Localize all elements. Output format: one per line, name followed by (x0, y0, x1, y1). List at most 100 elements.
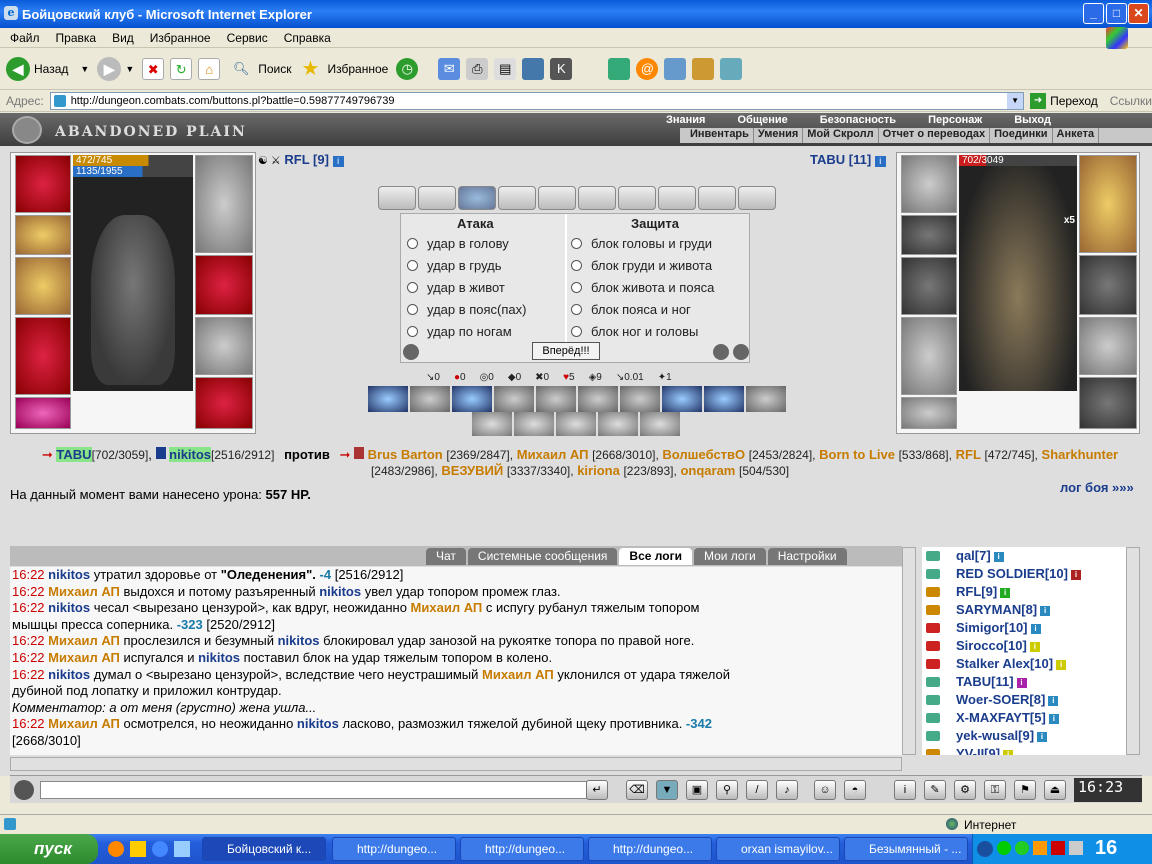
maximize-button[interactable]: □ (1106, 3, 1127, 24)
enemy-name[interactable]: TABU [11] (810, 152, 871, 167)
enemy-armor-slot[interactable] (901, 317, 957, 395)
attack-belly-radio[interactable]: удар в живот (407, 280, 505, 295)
log-hscrollbar[interactable] (10, 757, 902, 771)
k-icon[interactable]: K (550, 57, 573, 80)
close-button[interactable]: ✕ (1128, 3, 1149, 24)
user-row[interactable]: TABU[11] i (922, 673, 1127, 691)
task-button[interactable]: http://dungeo... (588, 837, 712, 861)
print-icon[interactable]: ⎙ (466, 57, 489, 80)
send-icon[interactable]: ↵ (586, 780, 608, 800)
enemy-legs-slot[interactable] (1079, 377, 1137, 429)
refresh-icon[interactable] (713, 344, 729, 360)
team2-member[interactable]: Born to Live (819, 447, 895, 462)
scroll-slot[interactable] (498, 186, 536, 210)
books-icon[interactable] (608, 57, 631, 80)
enemy-rings-slot[interactable] (1079, 155, 1137, 253)
user-row[interactable]: YV-II[9] i (922, 745, 1127, 755)
scroll-slot[interactable] (698, 186, 736, 210)
enemy-helmet-slot[interactable] (901, 155, 957, 213)
flag-icon[interactable]: ⚑ (1014, 780, 1036, 800)
stop-icon[interactable]: ✖ (142, 57, 165, 80)
team1-member[interactable]: TABU (56, 447, 92, 462)
task-button[interactable]: http://dungeo... (332, 837, 456, 861)
menu-help[interactable]: Справка (284, 31, 331, 45)
minimize-button[interactable]: _ (1083, 3, 1104, 24)
user-row[interactable]: Woer-SOER[8] i (922, 691, 1127, 709)
user-row[interactable]: yek-wusal[9] i (922, 727, 1127, 745)
history-icon[interactable]: ◷ (396, 57, 419, 80)
user-row[interactable]: Simigor[10] i (922, 619, 1127, 637)
spell-slot[interactable] (620, 386, 660, 412)
enemy-shield-slot[interactable] (1079, 317, 1137, 375)
helmet-icon[interactable]: ◓ (844, 780, 866, 800)
go-arrow-icon[interactable]: ➜ (1030, 92, 1047, 109)
user-row[interactable]: RED SOLDIER[10] i (922, 565, 1127, 583)
spell-slot[interactable] (556, 412, 596, 436)
spell-slot[interactable] (452, 386, 492, 412)
spell-slot[interactable] (410, 386, 450, 412)
block-head-chest-radio[interactable]: блок головы и груди (571, 236, 712, 251)
block-belly-waist-radio[interactable]: блок живота и пояса (571, 280, 714, 295)
chat-mode-icon[interactable] (14, 780, 34, 800)
armor-slot[interactable] (15, 317, 71, 395)
forward-fight-button[interactable]: Вперёд!!! (532, 342, 600, 360)
enemy-weapon-slot[interactable] (901, 257, 957, 315)
user-row[interactable]: qal[7] i (922, 547, 1127, 565)
sound-icon[interactable]: ♪ (776, 780, 798, 800)
scroll-slot[interactable] (418, 186, 456, 210)
chat-input[interactable] (40, 781, 594, 799)
menu-view[interactable]: Вид (112, 31, 134, 45)
translate-icon[interactable] (692, 57, 715, 80)
user-row[interactable]: RFL[9] i (922, 583, 1127, 601)
menu-skills[interactable]: Умения (754, 128, 804, 143)
start-button[interactable]: пуск (0, 834, 98, 864)
team2-member[interactable]: onqaram (680, 463, 735, 478)
menu-knowledge[interactable]: Знания (650, 114, 721, 126)
spell-slot[interactable] (598, 412, 638, 436)
quicklaunch-icon[interactable] (108, 841, 124, 857)
network-icon[interactable] (664, 57, 687, 80)
spell-slot[interactable] (514, 412, 554, 436)
task-button[interactable]: Бойцовский к... (202, 837, 326, 861)
scroll-slot[interactable] (578, 186, 616, 210)
rings-slot[interactable] (195, 155, 253, 253)
spell-slot[interactable] (746, 386, 786, 412)
tray-icon[interactable] (977, 841, 993, 857)
quicklaunch-icon[interactable] (152, 841, 168, 857)
bracer-slot[interactable] (15, 215, 71, 255)
go-button[interactable]: Переход (1050, 94, 1098, 108)
gloves-slot[interactable] (195, 255, 253, 315)
team2-member[interactable]: ВолшебствО (662, 447, 745, 462)
cmd-icon[interactable]: ⚙ (954, 780, 976, 800)
menu-communication[interactable]: Общение (721, 114, 803, 126)
helmet-slot[interactable] (15, 155, 71, 213)
refresh-icon[interactable]: ↻ (170, 57, 193, 80)
menu-security[interactable]: Безопасность (804, 114, 912, 126)
menu-tools[interactable]: Сервис (227, 31, 268, 45)
tray-icon[interactable] (997, 841, 1011, 855)
search-button[interactable]: 🔍︎ Поиск (230, 58, 292, 80)
pen-icon[interactable]: ✎ (924, 780, 946, 800)
smile-icon[interactable]: ☺ (814, 780, 836, 800)
menu-transfers[interactable]: Отчет о переводах (879, 128, 991, 143)
chevron-down-icon[interactable]: ▼ (1007, 92, 1024, 109)
users-icon[interactable] (720, 57, 743, 80)
menu-character[interactable]: Персонаж (912, 114, 998, 126)
tab-system[interactable]: Системные сообщения (467, 548, 618, 565)
edit-icon[interactable]: ▤ (494, 57, 517, 80)
user-list-scrollbar[interactable] (1126, 547, 1140, 755)
user-row[interactable]: Stalker Alex[10] i (922, 655, 1127, 673)
walk-icon[interactable]: ⚲ (716, 780, 738, 800)
mail-icon[interactable]: ✉ (438, 57, 461, 80)
filter-icon[interactable]: ▼ (656, 780, 678, 800)
enemy-belt-slot[interactable] (901, 397, 957, 429)
enemy-bracer-slot[interactable] (901, 215, 957, 255)
tab-all-logs[interactable]: Все логи (619, 548, 692, 565)
log-scrollbar[interactable] (902, 547, 916, 755)
at-icon[interactable]: @ (636, 57, 659, 80)
tab-settings[interactable]: Настройки (767, 548, 847, 565)
task-button[interactable]: http://dungeo... (460, 837, 584, 861)
spell-slot[interactable] (662, 386, 702, 412)
enemy-gloves-slot[interactable] (1079, 255, 1137, 315)
tray-icon[interactable] (1015, 841, 1029, 855)
